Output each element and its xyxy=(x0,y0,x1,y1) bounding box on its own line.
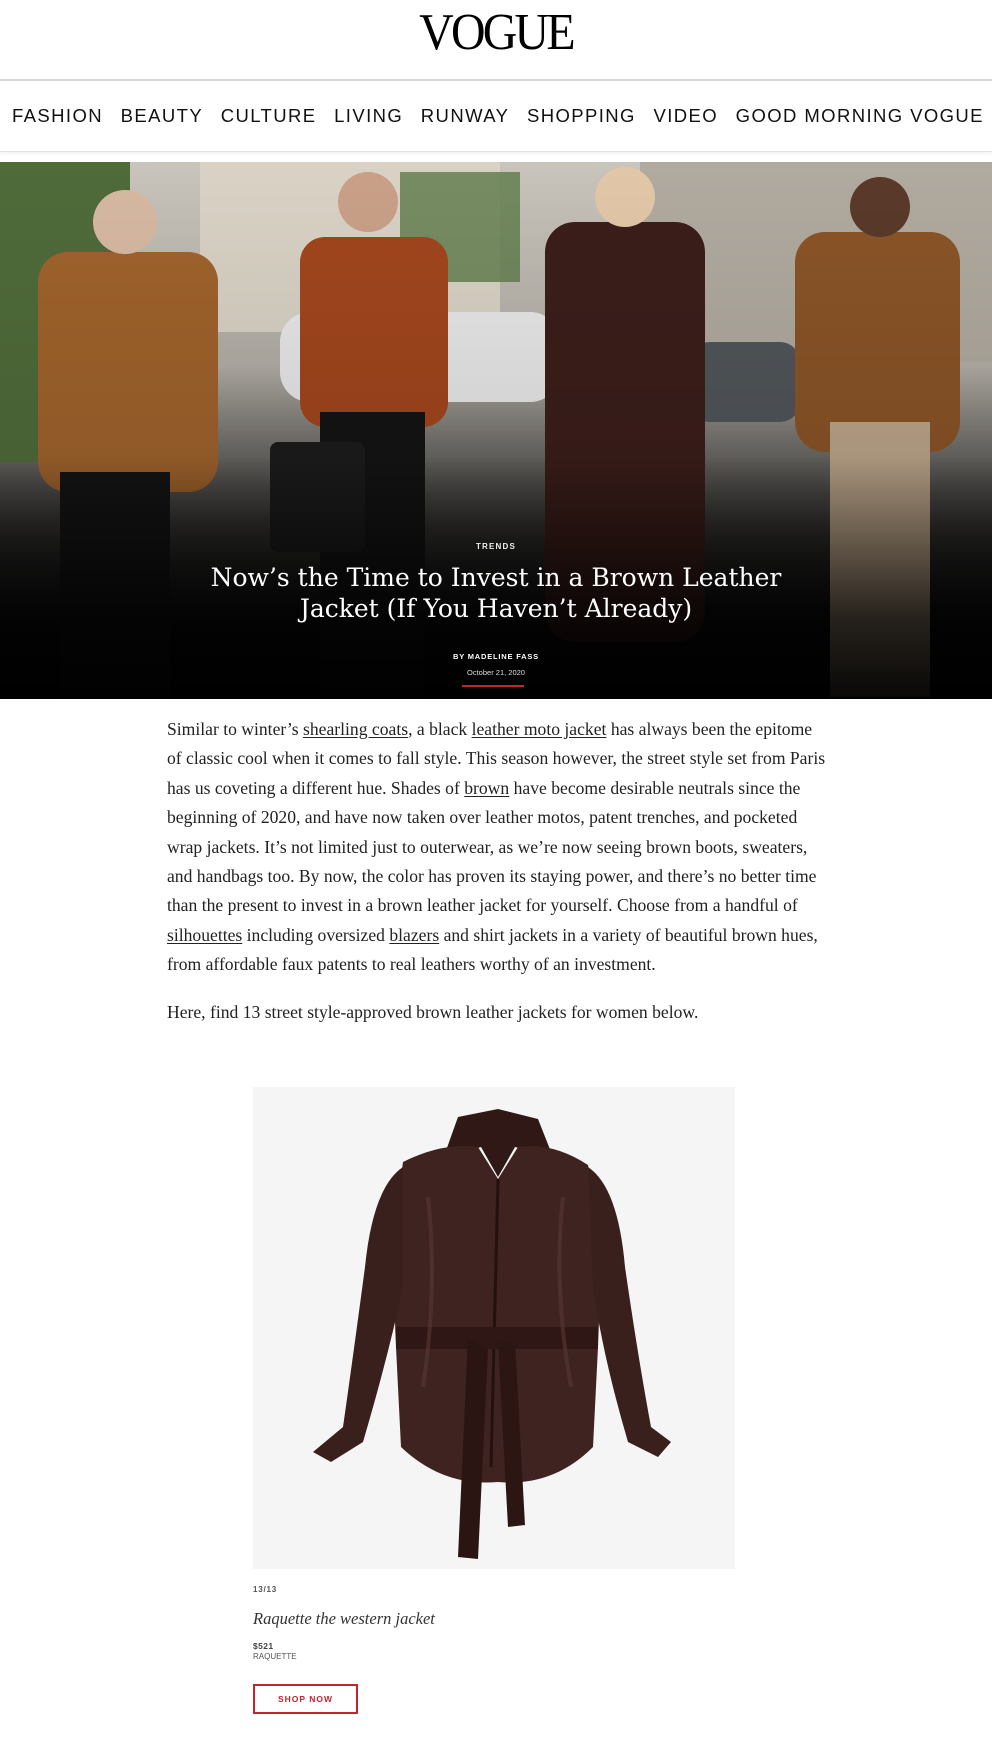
article-date: October 21, 2020 xyxy=(467,668,525,677)
main-nav: FASHION BEAUTY CULTURE LIVING RUNWAY SHO… xyxy=(0,80,992,152)
masthead: VOGUE xyxy=(0,0,992,81)
gallery-counter: 13/13 xyxy=(253,1585,278,1594)
link-shearling-coats[interactable]: shearling coats xyxy=(303,719,408,739)
nav-item-fashion[interactable]: FASHION xyxy=(12,105,103,127)
vogue-logo[interactable]: VOGUE xyxy=(40,6,953,60)
product-price: $521 xyxy=(253,1641,274,1651)
article-byline[interactable]: BY MADELINE FASS xyxy=(0,652,992,661)
link-leather-moto-jacket[interactable]: leather moto jacket xyxy=(472,719,607,739)
nav-item-beauty[interactable]: BEAUTY xyxy=(121,105,203,127)
product-name[interactable]: Raquette the western jacket xyxy=(253,1609,435,1629)
article-headline: Now’s the Time to Invest in a Brown Leat… xyxy=(210,563,782,623)
jacket-left-sleeve xyxy=(313,1167,403,1462)
article-paragraph-1: Similar to winter’s shearling coats, a b… xyxy=(167,715,831,980)
link-silhouettes[interactable]: silhouettes xyxy=(167,925,242,945)
nav-item-runway[interactable]: RUNWAY xyxy=(421,105,510,127)
nav-item-living[interactable]: LIVING xyxy=(334,105,403,127)
article-kicker[interactable]: TRENDS xyxy=(0,542,992,551)
hero-banner: TRENDS Now’s the Time to Invest in a Bro… xyxy=(0,162,992,699)
text-run: , a black xyxy=(408,719,472,739)
nav-item-video[interactable]: VIDEO xyxy=(653,105,718,127)
shop-now-button[interactable]: SHOP NOW xyxy=(253,1684,358,1714)
article-body: Similar to winter’s shearling coats, a b… xyxy=(167,715,831,1045)
nav-item-shopping[interactable]: SHOPPING xyxy=(527,105,636,127)
nav-item-good-morning-vogue[interactable]: GOOD MORNING VOGUE xyxy=(736,105,984,127)
link-blazers[interactable]: blazers xyxy=(389,925,439,945)
text-run: have become desirable neutrals since the… xyxy=(167,777,817,916)
date-accent-rule xyxy=(462,685,524,687)
brown-leather-jacket-image xyxy=(313,1109,671,1559)
link-brown[interactable]: brown xyxy=(464,778,509,798)
product-brand: RAQUETTE xyxy=(253,1652,297,1661)
text-run: including oversized xyxy=(242,924,390,945)
product-image[interactable] xyxy=(253,1087,735,1569)
nav-item-culture[interactable]: CULTURE xyxy=(221,105,317,127)
jacket-right-sleeve xyxy=(588,1167,671,1457)
text-run: Similar to winter’s xyxy=(167,719,304,739)
article-paragraph-2: Here, find 13 street style-approved brow… xyxy=(167,1001,699,1022)
